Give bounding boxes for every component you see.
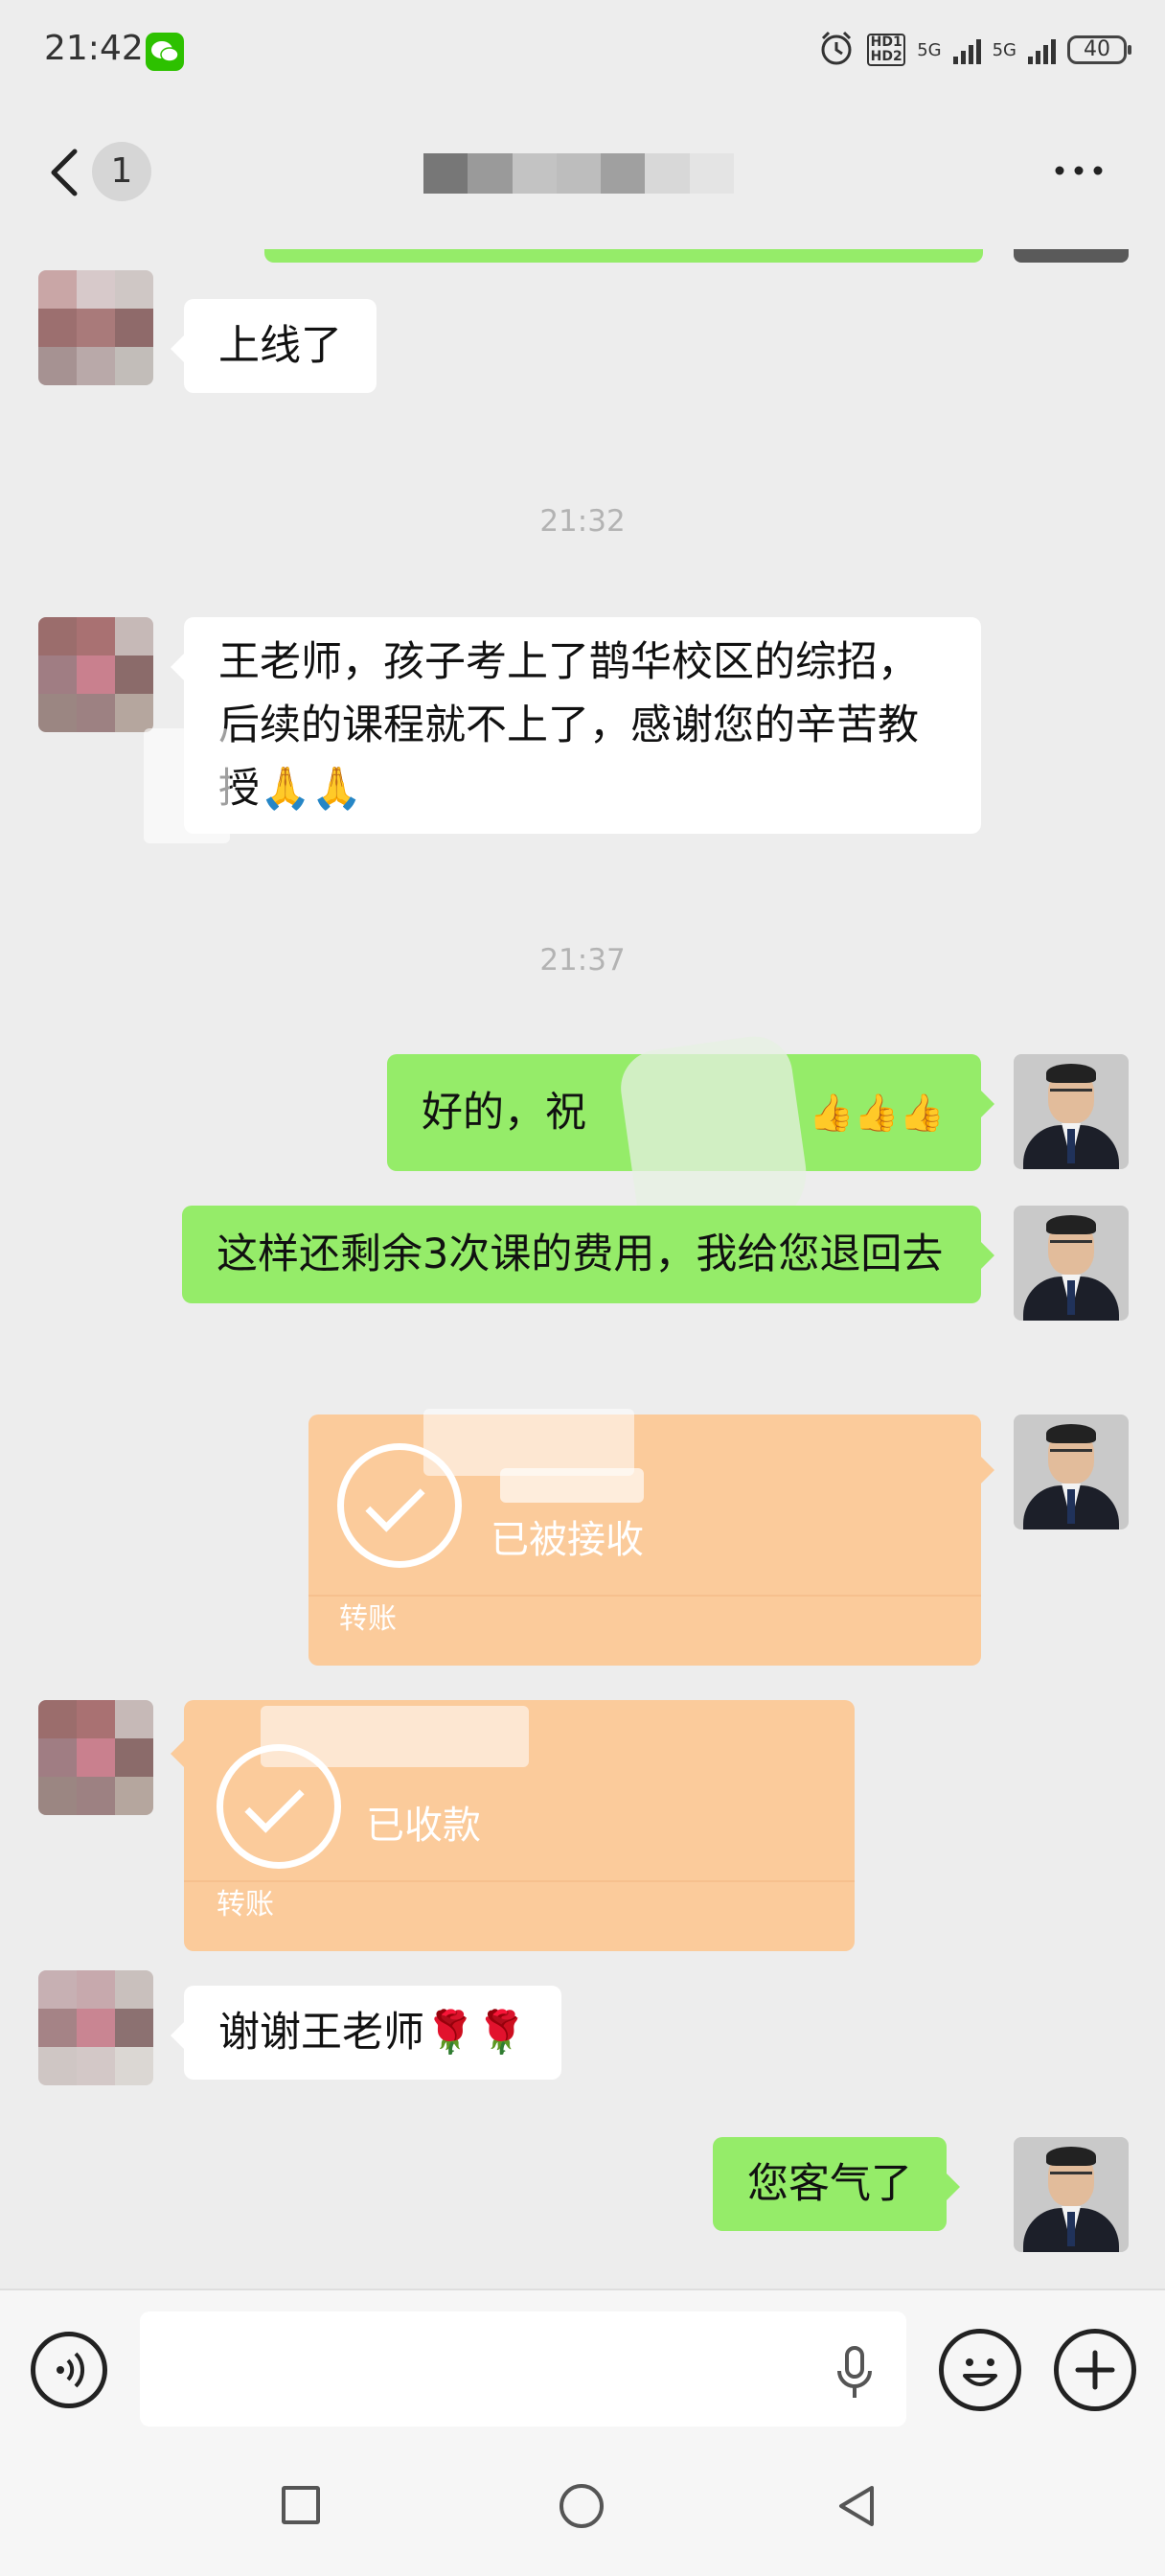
message-text: 这样还剩余3次课的费用，我给您退回去 (217, 1230, 944, 1278)
more-functions-button[interactable] (1054, 2329, 1136, 2411)
message-text: 王老师，孩子考上了鹊华校区的综招，后续的课程就不上了，感谢您的辛苦教授🙏🙏 (218, 638, 919, 813)
back-button[interactable] (38, 142, 96, 203)
status-time: 21:42 (44, 29, 144, 68)
voice-input-button[interactable] (31, 2332, 107, 2408)
my-avatar-partial[interactable] (1014, 249, 1129, 263)
contact-avatar[interactable] (38, 1970, 153, 2085)
my-avatar[interactable] (1014, 1054, 1129, 1169)
redaction-smudge (261, 1706, 529, 1767)
message-text: 谢谢王老师🌹🌹 (218, 2009, 528, 2057)
received-message-bubble[interactable]: 谢谢王老师🌹🌹 (170, 1986, 562, 2080)
network-label-2: 5G (992, 39, 1017, 60)
system-navigation-bar (0, 2444, 1165, 2576)
wechat-notification-icon (146, 33, 184, 71)
redaction-smudge (500, 1468, 644, 1503)
redaction-smudge (144, 728, 230, 843)
battery-icon: 40 (1067, 35, 1131, 64)
home-icon[interactable] (560, 2484, 604, 2528)
chat-title-redacted (423, 153, 734, 194)
contact-avatar[interactable] (38, 617, 153, 732)
message-text: 好的，祝 (422, 1089, 586, 1137)
thumbs-up-icon: 👍👍👍 (809, 1092, 945, 1134)
my-avatar[interactable] (1014, 1206, 1129, 1321)
message-text: 您客气了 (747, 2160, 912, 2208)
unread-count-badge[interactable]: 1 (92, 142, 151, 201)
transfer-label: 转账 (217, 1888, 274, 1921)
more-options-button[interactable] (1050, 153, 1108, 192)
transfer-status: 已收款 (366, 1804, 481, 1848)
my-avatar[interactable] (1014, 1414, 1129, 1530)
signal-icon-1 (952, 35, 981, 64)
timestamp: 21:32 (539, 504, 626, 539)
sent-message-bubble[interactable]: 这样还剩余3次课的费用，我给您退回去 (182, 1206, 994, 1303)
back-nav-icon[interactable] (834, 2482, 879, 2530)
status-indicators: HD1 HD2 5G 5G 40 (817, 29, 1131, 72)
contact-avatar[interactable] (38, 270, 153, 385)
transfer-divider (308, 1595, 981, 1597)
bubble-tail (171, 1740, 184, 1767)
hd-label: HD1 HD2 (867, 34, 906, 66)
timestamp: 21:37 (539, 943, 626, 978)
contact-avatar[interactable] (38, 1700, 153, 1815)
message-text: 上线了 (218, 322, 342, 370)
my-avatar[interactable] (1014, 2137, 1129, 2252)
network-label-1: 5G (917, 39, 942, 60)
microphone-icon[interactable] (835, 2344, 874, 2402)
message-input[interactable] (140, 2312, 906, 2426)
signal-icon-2 (1028, 35, 1056, 64)
redaction-smudge (423, 1409, 634, 1476)
previous-message-bubble[interactable] (264, 249, 983, 263)
transfer-card-sent[interactable]: 已被接收 转账 (308, 1409, 981, 1666)
transfer-card-received[interactable]: 已收款 转账 (184, 1700, 855, 1951)
recents-icon[interactable] (282, 2486, 320, 2524)
transfer-divider (184, 1880, 855, 1882)
received-message-bubble[interactable]: 上线了 (171, 299, 377, 393)
sent-message-bubble[interactable]: 您客气了 (713, 2137, 960, 2231)
bubble-tail (981, 1457, 994, 1484)
received-message-bubble[interactable]: 王老师，孩子考上了鹊华校区的综招，后续的课程就不上了，感谢您的辛苦教授🙏🙏 (171, 617, 981, 834)
transfer-status: 已被接收 (491, 1518, 644, 1562)
transfer-label: 转账 (339, 1602, 397, 1636)
alarm-icon (817, 29, 856, 72)
emoji-button[interactable] (939, 2329, 1021, 2411)
